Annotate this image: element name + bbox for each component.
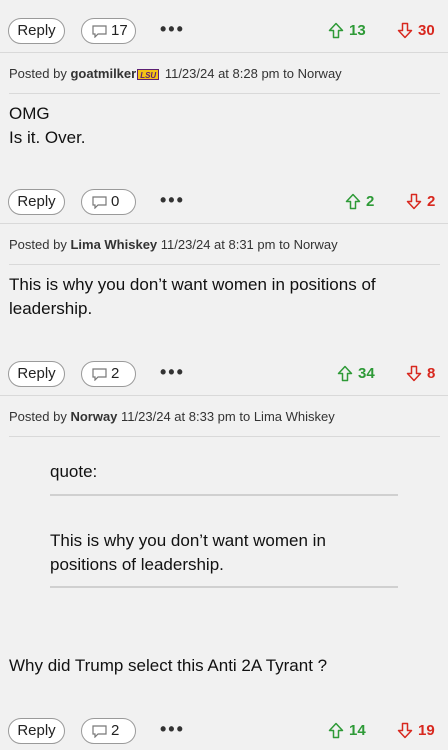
post-action-bar: Reply 0 ••• 2 2 — [0, 185, 448, 219]
ellipsis-icon: ••• — [160, 190, 185, 210]
quote-top-rule — [50, 494, 398, 496]
reply-button[interactable]: Reply — [8, 189, 65, 215]
body-line: Is it. Over. — [9, 128, 86, 147]
quote-bottom-rule — [50, 586, 398, 588]
downvote-count: 19 — [418, 722, 435, 739]
comment-count-button[interactable]: 2 — [81, 718, 136, 744]
posted-by-label: Posted by — [9, 237, 67, 252]
quoted-text: This is why you don’t want women in posi… — [50, 531, 326, 574]
to-label: to — [283, 66, 294, 81]
upvote-count: 14 — [349, 722, 366, 739]
comment-count: 2 — [111, 365, 120, 382]
downvote-count: 30 — [418, 22, 435, 39]
post-body: OMG Is it. Over. — [9, 102, 86, 150]
post-header: Posted by Lima Whiskey 11/23/24 at 8:31 … — [0, 223, 448, 265]
comment-count-button[interactable]: 2 — [81, 361, 136, 387]
downvote-count: 2 — [427, 193, 436, 210]
author-link[interactable]: Norway — [70, 409, 117, 424]
reply-button[interactable]: Reply — [8, 361, 65, 387]
down-arrow-outline-icon — [406, 193, 422, 210]
header-divider — [9, 436, 440, 437]
more-options-button[interactable]: ••• — [160, 716, 185, 742]
speech-bubble-icon — [92, 196, 107, 209]
down-arrow-outline-icon — [406, 365, 422, 382]
reply-button[interactable]: Reply — [8, 718, 65, 744]
up-arrow-outline-icon — [328, 722, 344, 739]
comment-count: 17 — [111, 22, 128, 39]
timestamp: 11/23/24 at 8:31 pm — [160, 237, 276, 252]
upvote-count: 2 — [366, 193, 375, 210]
reply-to-link[interactable]: Norway — [298, 66, 342, 81]
ellipsis-icon: ••• — [160, 19, 185, 39]
body-line: OMG — [9, 104, 50, 123]
reply-to-link[interactable]: Lima Whiskey — [254, 409, 335, 424]
reply-to-link[interactable]: Norway — [294, 237, 338, 252]
posted-by-label: Posted by — [9, 409, 67, 424]
more-options-button[interactable]: ••• — [160, 187, 185, 213]
timestamp: 11/23/24 at 8:33 pm — [121, 409, 236, 424]
speech-bubble-icon — [92, 725, 107, 738]
comment-count: 2 — [111, 722, 120, 739]
down-arrow-outline-icon — [397, 22, 413, 39]
up-arrow-outline-icon — [328, 22, 344, 39]
header-divider — [9, 264, 440, 265]
post-header: Posted by Norway 11/23/24 at 8:33 pm to … — [0, 395, 448, 437]
posted-by-label: Posted by — [9, 66, 67, 81]
post-action-bar: Reply 17 ••• 13 30 — [0, 14, 448, 48]
comment-count-button[interactable]: 17 — [81, 18, 136, 44]
speech-bubble-icon — [92, 368, 107, 381]
up-arrow-outline-icon — [337, 365, 353, 382]
post-body: This is why you don’t want women in posi… — [9, 275, 376, 318]
post-body: Why did Trump select this Anti 2A Tyrant… — [9, 656, 328, 675]
ellipsis-icon: ••• — [160, 362, 185, 382]
more-options-button[interactable]: ••• — [160, 359, 185, 385]
upvote-count: 13 — [349, 22, 366, 39]
team-badge-logo: LSU — [137, 69, 160, 80]
comment-count: 0 — [111, 193, 120, 210]
author-link[interactable]: goatmilker — [70, 66, 136, 81]
reply-button[interactable]: Reply — [8, 18, 65, 44]
upvote-count: 34 — [358, 365, 375, 382]
post-header: Posted by goatmilker LSU 11/23/24 at 8:28… — [0, 52, 448, 94]
speech-bubble-icon — [92, 25, 107, 38]
up-arrow-outline-icon — [345, 193, 361, 210]
quote-label: quote: — [50, 462, 98, 481]
down-arrow-outline-icon — [397, 722, 413, 739]
post-action-bar: Reply 2 ••• 34 8 — [0, 357, 448, 391]
ellipsis-icon: ••• — [160, 719, 185, 739]
post-action-bar: Reply 2 ••• 14 19 — [0, 714, 448, 748]
to-label: to — [279, 237, 290, 252]
downvote-count: 8 — [427, 365, 436, 382]
to-label: to — [239, 409, 251, 424]
author-link[interactable]: Lima Whiskey — [70, 237, 157, 252]
comment-count-button[interactable]: 0 — [81, 189, 136, 215]
header-divider — [9, 93, 440, 94]
timestamp: 11/23/24 at 8:28 pm — [164, 66, 280, 81]
more-options-button[interactable]: ••• — [160, 16, 185, 42]
